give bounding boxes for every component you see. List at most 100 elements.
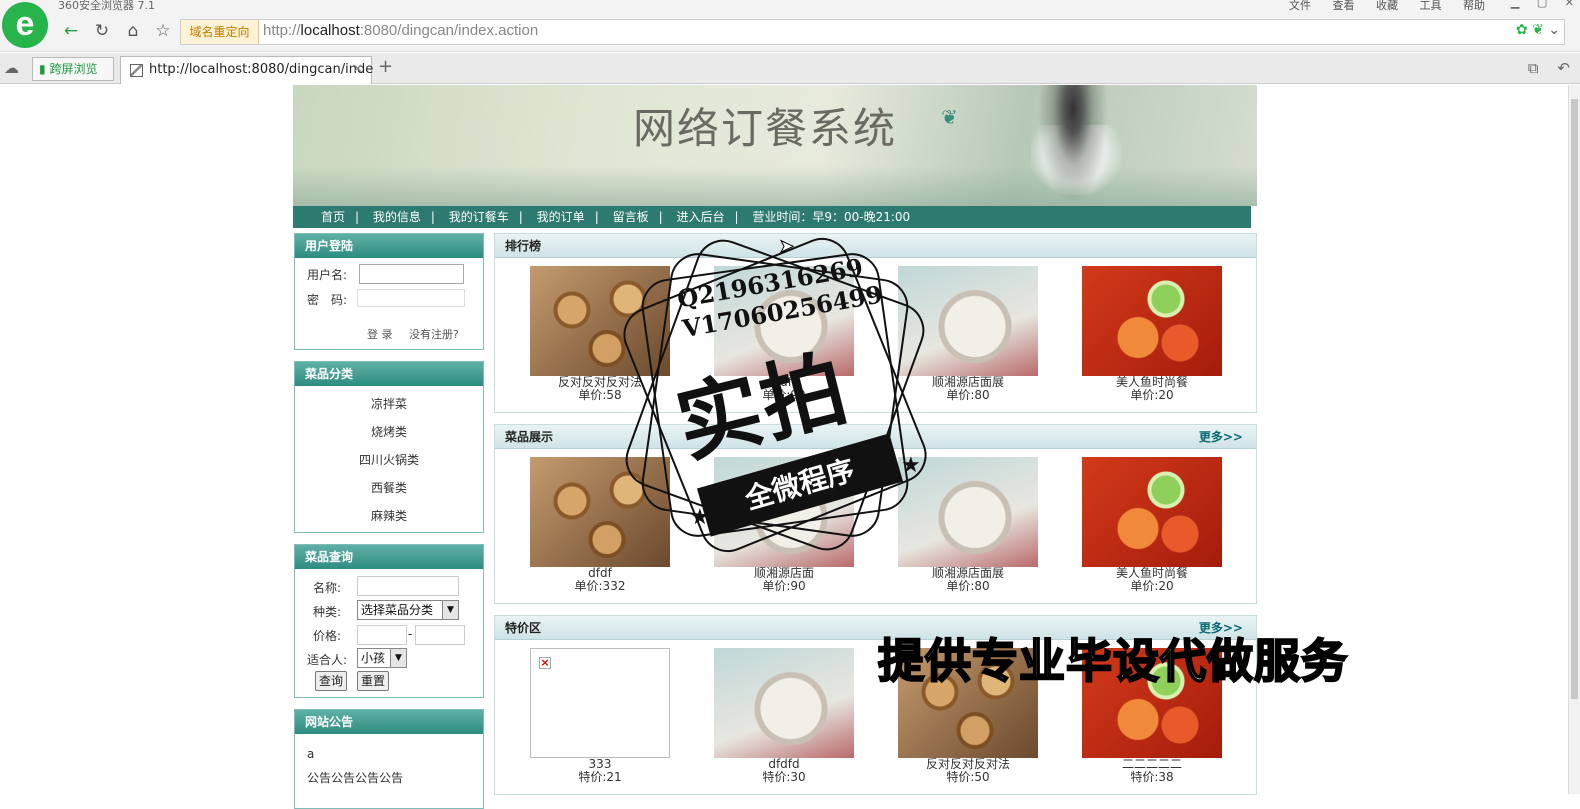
close-tab-icon[interactable]: ✕ <box>352 57 363 83</box>
maximize-icon[interactable]: ▢ <box>1537 0 1547 9</box>
dish-price: 单价:58 <box>578 388 622 402</box>
browser-logo-icon[interactable]: e <box>2 2 48 48</box>
notice-panel-header: 网站公告 <box>295 710 483 734</box>
dish-price: 单价:80 <box>946 388 990 402</box>
split-screen-tab[interactable]: ▮ 跨屏浏览 <box>32 57 114 81</box>
page-scrollbar[interactable] <box>1568 85 1580 794</box>
menu-file[interactable]: 文件 <box>1289 0 1311 12</box>
price-min-input[interactable] <box>357 625 407 645</box>
ranking-card-3[interactable]: 顺湘源店面展 单价:80 <box>898 266 1038 402</box>
notice-item[interactable]: 公告公告公告公告 <box>307 766 471 790</box>
password-input[interactable] <box>357 289 465 307</box>
nav-my-info[interactable]: 我的信息 <box>373 210 421 224</box>
menu-favorites[interactable]: 收藏 <box>1376 0 1398 12</box>
dish-image[interactable] <box>714 648 854 758</box>
showcase-header: 菜品展示 更多>> <box>495 425 1256 449</box>
search-panel: 菜品查询 名称: 种类: 选择菜品分类 ▼ 价格: - 适合人: 小孩 ▼ 查询 重… <box>294 544 484 698</box>
dish-image[interactable] <box>714 457 854 567</box>
chevron-down-icon[interactable]: ⌄ <box>1548 22 1560 38</box>
showcase-card-2[interactable]: 顺湘源店面 单价:90 <box>714 457 854 593</box>
username-input[interactable] <box>359 264 464 284</box>
query-button[interactable]: 查询 <box>315 671 348 691</box>
nav-my-orders[interactable]: 我的订单 <box>537 210 585 224</box>
cloud-icon[interactable]: ☁ <box>4 59 19 77</box>
notice-list: a 公告公告公告公告 <box>295 734 483 798</box>
specials-card-2[interactable]: dfdfd 特价:30 <box>714 648 854 784</box>
nav-admin[interactable]: 进入后台 <box>676 210 724 224</box>
dish-image[interactable] <box>530 457 670 567</box>
butterfly-icon: ❦ <box>941 105 958 129</box>
category-item-hotpot[interactable]: 四川火锅类 <box>295 446 483 474</box>
showcase-section: 菜品展示 更多>> dfdf 单价:332 顺湘源店面 单价:90 顺湘源店面展 … <box>494 424 1257 604</box>
search-panel-header: 菜品查询 <box>295 545 483 569</box>
ranking-card-2[interactable]: dfdfd 单价:90 <box>714 266 854 402</box>
dish-image[interactable] <box>898 457 1038 567</box>
nav-separator: | <box>518 210 523 224</box>
dish-image[interactable] <box>898 266 1038 376</box>
nav-home[interactable]: 首页 <box>321 210 345 224</box>
leaf-icon[interactable]: ❦ <box>1532 22 1544 38</box>
refresh-icon[interactable]: ↻ <box>91 20 113 42</box>
dish-image[interactable] <box>1082 457 1222 567</box>
category-item-western[interactable]: 西餐类 <box>295 474 483 502</box>
notice-panel: 网站公告 a 公告公告公告公告 <box>294 709 484 809</box>
mouse-cursor-icon: ➤ <box>778 236 795 258</box>
specials-title: 特价区 <box>505 621 542 635</box>
register-link[interactable]: 没有注册? <box>409 326 459 342</box>
reset-button[interactable]: 重置 <box>357 671 390 691</box>
security-shield-icon[interactable]: ✿ <box>1516 22 1528 38</box>
menu-help[interactable]: 帮助 <box>1463 0 1485 12</box>
dish-name-input[interactable] <box>357 576 459 596</box>
categories-panel-header: 菜品分类 <box>295 362 483 386</box>
type-label: 种类: <box>313 605 342 619</box>
nav-separator: | <box>594 210 599 224</box>
showcase-card-4[interactable]: 美人鱼时尚餐 单价:20 <box>1082 457 1222 593</box>
scrollbar-thumb[interactable] <box>1571 99 1578 699</box>
site-title: 网络订餐系统 <box>633 104 898 153</box>
nav-separator: | <box>734 210 739 224</box>
dish-image[interactable] <box>1082 266 1222 376</box>
undo-icon[interactable]: ↶ <box>1557 59 1570 77</box>
restore-tab-icon[interactable]: ⧉ <box>1528 59 1539 77</box>
nav-cart[interactable]: 我的订餐车 <box>449 210 509 224</box>
minimize-icon[interactable]: ▁ <box>1511 0 1519 9</box>
home-icon[interactable]: ⌂ <box>122 20 144 42</box>
dish-type-value: 选择菜品分类 <box>361 603 434 617</box>
dish-type-select[interactable]: 选择菜品分类 ▼ <box>357 600 459 620</box>
dish-price: 单价:90 <box>762 388 806 402</box>
url-text[interactable]: http://localhost:8080/dingcan/index.acti… <box>263 22 538 39</box>
ranking-card-1[interactable]: 反对反对反对法 单价:58 <box>530 266 670 402</box>
price-max-input[interactable] <box>415 625 465 645</box>
domain-redirect-badge[interactable]: 域名重定向 <box>181 20 259 44</box>
close-window-icon[interactable]: ✕ <box>1565 0 1574 9</box>
login-link[interactable]: 登 录 <box>367 326 393 342</box>
category-item-spicy[interactable]: 麻辣类 <box>295 502 483 530</box>
specials-card-1[interactable]: × 333 特价:21 <box>530 648 670 784</box>
star-favorite-icon[interactable]: ☆ <box>152 20 174 42</box>
dish-image[interactable] <box>530 266 670 376</box>
nav-message-board[interactable]: 留言板 <box>613 210 649 224</box>
menu-view[interactable]: 查看 <box>1333 0 1355 12</box>
active-tab[interactable]: http://localhost:8080/dingcan/inde ✕ <box>120 56 374 84</box>
back-arrow-icon[interactable]: ← <box>60 20 82 42</box>
menu-tools[interactable]: 工具 <box>1420 0 1442 12</box>
showcase-more-link[interactable]: 更多>> <box>1199 425 1243 449</box>
notice-item[interactable]: a <box>307 742 471 766</box>
dropdown-arrow-icon[interactable]: ▼ <box>442 601 458 619</box>
broken-image-x-icon: × <box>539 656 551 669</box>
address-bar[interactable]: 域名重定向 http://localhost:8080/dingcan/inde… <box>180 19 1565 45</box>
banner-figure-image <box>1038 85 1108 206</box>
suitable-select[interactable]: 小孩 ▼ <box>357 648 407 668</box>
dish-price: 单价:90 <box>762 579 806 593</box>
dropdown-arrow-icon[interactable]: ▼ <box>390 649 406 667</box>
dish-price: 特价:38 <box>1130 770 1174 784</box>
category-item-cold-dish[interactable]: 凉拌菜 <box>295 390 483 418</box>
broken-image-icon[interactable]: × <box>530 648 670 758</box>
new-tab-icon[interactable]: + <box>378 56 393 77</box>
showcase-card-1[interactable]: dfdf 单价:332 <box>530 457 670 593</box>
tab-title: http://localhost:8080/dingcan/inde <box>149 62 374 77</box>
dish-image[interactable] <box>714 266 854 376</box>
ranking-card-4[interactable]: 美人鱼时尚餐 单价:20 <box>1082 266 1222 402</box>
category-item-bbq[interactable]: 烧烤类 <box>295 418 483 446</box>
showcase-card-3[interactable]: 顺湘源店面展 单价:80 <box>898 457 1038 593</box>
